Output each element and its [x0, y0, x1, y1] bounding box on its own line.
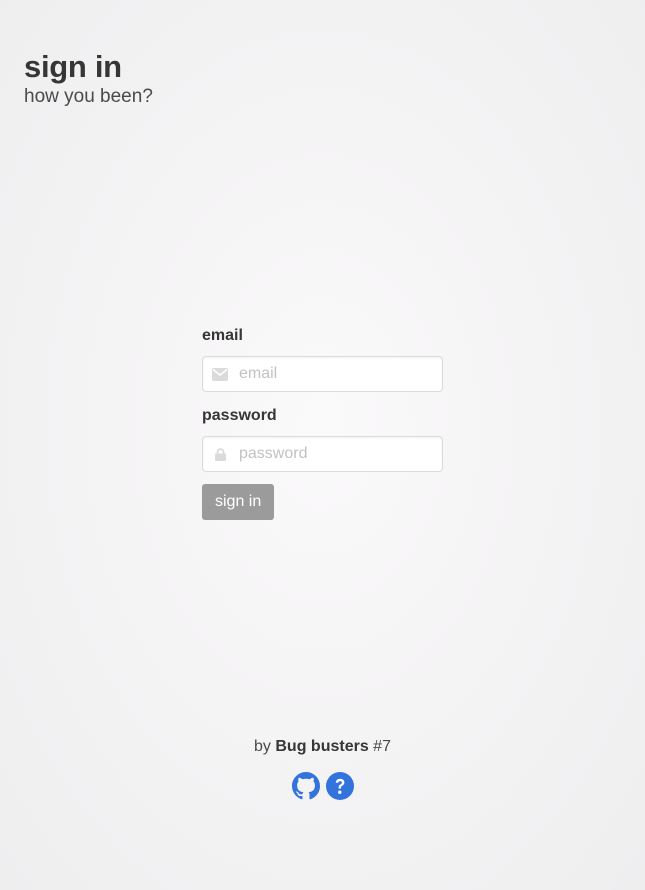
team-name: Bug busters — [275, 738, 369, 755]
github-link[interactable] — [291, 772, 320, 800]
email-label: email — [202, 327, 243, 344]
password-field-wrapper — [202, 436, 443, 472]
help-link[interactable] — [325, 772, 354, 800]
password-input[interactable] — [202, 436, 443, 472]
footer: by Bug busters #7 — [0, 736, 645, 800]
email-input[interactable] — [202, 356, 443, 392]
sign-in-button[interactable]: sign in — [202, 484, 275, 520]
github-icon — [291, 772, 320, 804]
help-circle-icon — [325, 772, 354, 804]
sign-in-form: email password sign in — [202, 324, 443, 520]
footer-links — [0, 772, 645, 800]
email-field-wrapper — [202, 356, 443, 392]
credit-line: by Bug busters #7 — [0, 736, 645, 758]
page-header: sign in how you been? — [24, 48, 153, 108]
page-title: sign in — [24, 49, 122, 84]
password-label: password — [202, 407, 277, 424]
team-number: #7 — [373, 738, 391, 755]
credit-by: by — [254, 738, 271, 755]
page-subtitle: how you been? — [24, 86, 153, 107]
